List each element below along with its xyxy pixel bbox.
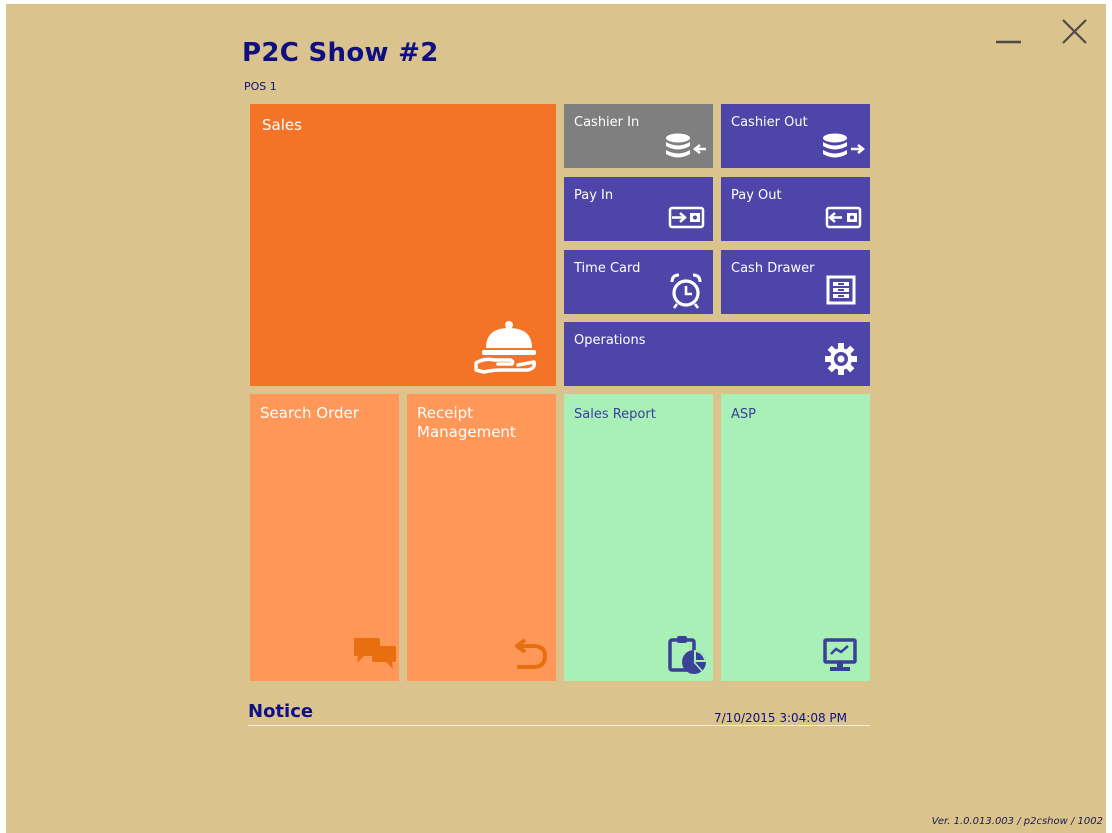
alarm-clock-icon — [670, 273, 702, 309]
pay-in-label: Pay In — [574, 188, 614, 203]
cash-drawer-label: Cash Drawer — [731, 261, 815, 276]
pay-in-tile[interactable]: Pay In — [564, 177, 713, 241]
sales-tile[interactable]: Sales — [250, 104, 556, 386]
cashier-in-tile[interactable]: Cashier In — [564, 104, 713, 168]
asp-tile[interactable]: ASP — [721, 394, 870, 681]
time-card-label: Time Card — [574, 261, 641, 276]
notice-divider — [248, 725, 870, 726]
minimize-icon — [996, 40, 1021, 44]
monitor-chart-icon — [823, 638, 857, 671]
app-window — [6, 4, 1106, 833]
asp-label: ASP — [731, 407, 756, 422]
serving-tray-icon — [474, 321, 537, 374]
minimize-button[interactable] — [988, 12, 1028, 52]
receipt-management-tile[interactable]: Receipt Management — [407, 394, 556, 681]
wallet-in-icon — [668, 206, 705, 229]
sales-tile-label: Sales — [262, 116, 302, 134]
notice-datetime: 7/10/2015 3:04:08 PM — [714, 711, 848, 725]
search-order-tile[interactable]: Search Order — [250, 394, 399, 681]
close-icon — [1062, 19, 1087, 44]
coins-out-icon — [823, 133, 865, 158]
search-order-label: Search Order — [260, 404, 359, 422]
operations-label: Operations — [574, 333, 646, 348]
terminal-name: POS 1 — [244, 80, 277, 93]
sales-report-tile[interactable]: Sales Report — [564, 394, 713, 681]
pay-out-tile[interactable]: Pay Out — [721, 177, 870, 241]
clipboard-chart-icon — [668, 636, 706, 674]
wallet-out-icon — [825, 206, 862, 229]
cashier-out-label: Cashier Out — [731, 115, 808, 130]
gear-icon — [825, 343, 857, 375]
undo-arrow-icon — [515, 638, 548, 669]
chat-bubbles-icon — [354, 638, 396, 669]
sales-report-label: Sales Report — [574, 407, 656, 422]
cash-drawer-icon — [826, 275, 856, 305]
cashier-out-tile[interactable]: Cashier Out — [721, 104, 870, 168]
cash-drawer-tile[interactable]: Cash Drawer — [721, 250, 870, 314]
coins-in-icon — [666, 133, 706, 158]
version-text: Ver. 1.0.013.003 / p2cshow / 1002 — [931, 816, 1103, 827]
notice-title: Notice — [248, 701, 314, 722]
close-button[interactable] — [1053, 12, 1093, 52]
time-card-tile[interactable]: Time Card — [564, 250, 713, 314]
pay-out-label: Pay Out — [731, 188, 782, 203]
operations-tile[interactable]: Operations — [564, 322, 870, 386]
page-title: P2C Show #2 — [242, 38, 439, 68]
cashier-in-label: Cashier In — [574, 115, 640, 130]
receipt-management-label: Receipt Management — [417, 404, 516, 441]
